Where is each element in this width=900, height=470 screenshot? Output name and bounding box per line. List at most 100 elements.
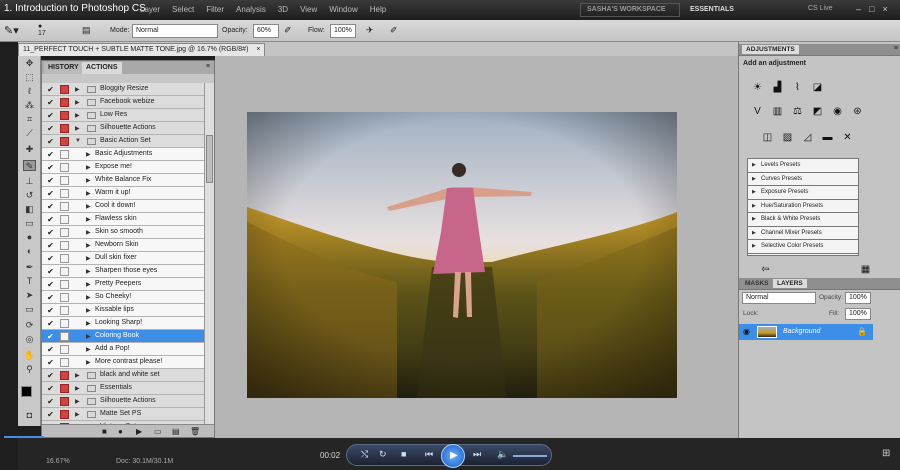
expand-icon[interactable]: ▶ (86, 268, 91, 275)
document-tab[interactable]: 11_PERFECT TOUCH + SUBTLE MATTE TONE.jpg… (18, 43, 266, 56)
tab-layers[interactable]: LAYERS (773, 279, 807, 288)
toggle-checkbox-icon[interactable]: ✔ (46, 280, 55, 289)
action-row[interactable]: ✔ ▶ Add a Pop! (42, 343, 204, 356)
hand-tool-icon[interactable]: ✋ (23, 350, 36, 361)
crop-tool-icon[interactable]: ⌗ (23, 114, 36, 125)
dialog-toggle[interactable] (60, 137, 69, 146)
toggle-checkbox-icon[interactable]: ✔ (46, 332, 55, 341)
return-to-list-icon[interactable]: ⇦ (759, 264, 772, 276)
dialog-toggle[interactable] (60, 267, 69, 276)
menu-analysis[interactable]: Analysis (236, 5, 266, 14)
dialog-toggle[interactable] (60, 98, 69, 107)
action-row[interactable]: ✔ ▶ Cool it down! (42, 200, 204, 213)
vibrance-icon[interactable]: V (751, 106, 764, 118)
record-icon[interactable]: ● (118, 427, 123, 436)
workspace-button[interactable]: SASHA'S WORKSPACE (580, 3, 680, 17)
brush-tool-icon[interactable]: ✎ (23, 160, 36, 171)
quick-mask-icon[interactable]: ◘ (23, 410, 36, 421)
toggle-checkbox-icon[interactable]: ✔ (46, 228, 55, 237)
photo-filter-icon[interactable]: ◉ (831, 106, 844, 118)
expand-icon[interactable]: ▶ (86, 281, 91, 288)
fullscreen-icon[interactable]: ⊞ (882, 448, 890, 459)
toggle-checkbox-icon[interactable]: ✔ (46, 189, 55, 198)
expand-icon[interactable]: ▶ (86, 203, 91, 210)
toggle-checkbox-icon[interactable]: ✔ (46, 150, 55, 159)
action-row[interactable]: ✔ ▶ So Cheeky! (42, 291, 204, 304)
action-set-row[interactable]: ✔ ▶ black and white set (42, 369, 204, 382)
toggle-checkbox-icon[interactable]: ✔ (46, 241, 55, 250)
menu-3d[interactable]: 3D (278, 5, 288, 14)
action-set-row[interactable]: ✔ ▶ Low Res (42, 109, 204, 122)
lasso-tool-icon[interactable]: ℓ (23, 86, 36, 97)
3d-camera-tool-icon[interactable]: ◎ (23, 334, 36, 345)
dialog-toggle[interactable] (60, 358, 69, 367)
dialog-toggle[interactable] (60, 241, 69, 250)
expand-icon[interactable]: ▶ (86, 151, 91, 158)
hue-saturation-icon[interactable]: ▥ (771, 106, 784, 118)
action-row[interactable]: ✔ ▶ Basic Adjustments (42, 148, 204, 161)
blur-tool-icon[interactable]: ● (23, 232, 36, 243)
toggle-checkbox-icon[interactable]: ✔ (46, 124, 55, 133)
volume-icon[interactable]: 🔈 (497, 449, 508, 460)
expand-icon[interactable]: ▶ (75, 385, 80, 392)
airbrush-icon[interactable]: ✈ (366, 25, 374, 36)
history-brush-tool-icon[interactable]: ↺ (23, 190, 36, 201)
brush-panel-icon[interactable]: ▤ (82, 25, 91, 36)
dialog-toggle[interactable] (60, 163, 69, 172)
action-set-row[interactable]: ✔ ▶ Matte Set PS (42, 408, 204, 421)
video-progress-bar[interactable] (4, 436, 44, 438)
essentials-button[interactable]: ESSENTIALS (690, 6, 734, 13)
panel-menu-icon[interactable]: ≡ (894, 45, 898, 52)
toggle-checkbox-icon[interactable]: ✔ (46, 137, 55, 146)
action-row[interactable]: ✔ ▶ Coloring Book (42, 330, 204, 343)
toggle-checkbox-icon[interactable]: ✔ (46, 98, 55, 107)
toggle-checkbox-icon[interactable]: ✔ (46, 111, 55, 120)
action-row[interactable]: ✔ ▶ Expose me! (42, 161, 204, 174)
dialog-toggle[interactable] (60, 176, 69, 185)
expand-icon[interactable]: ▶ (86, 229, 91, 236)
toggle-checkbox-icon[interactable]: ✔ (46, 397, 55, 406)
dialog-toggle[interactable] (60, 280, 69, 289)
selective-color-icon[interactable]: ✕ (841, 132, 854, 144)
channel-mixer-icon[interactable]: ⊛ (851, 106, 864, 118)
invert-icon[interactable]: ◫ (761, 132, 774, 144)
eraser-tool-icon[interactable]: ◧ (23, 204, 36, 215)
flow-input[interactable]: 100% (330, 24, 356, 38)
dodge-tool-icon[interactable]: ◐ (23, 246, 36, 257)
document-tab-close-button[interactable]: × (256, 46, 260, 53)
toggle-checkbox-icon[interactable]: ✔ (46, 202, 55, 211)
toggle-checkbox-icon[interactable]: ✔ (46, 384, 55, 393)
posterize-icon[interactable]: ▨ (781, 132, 794, 144)
expand-icon[interactable]: ▶ (75, 86, 80, 93)
action-row[interactable]: ✔ ▶ Kissable lips (42, 304, 204, 317)
expand-icon[interactable]: ▶ (75, 99, 80, 106)
layer-opacity-input[interactable]: 100% (845, 292, 871, 304)
expand-icon[interactable]: ▶ (75, 125, 80, 132)
action-row[interactable]: ✔ ▶ Warm it up! (42, 187, 204, 200)
panel-menu-icon[interactable]: ≡ (206, 63, 210, 70)
action-set-row[interactable]: ✔ ▶ Bloggity Resize (42, 83, 204, 96)
action-row[interactable]: ✔ ▶ More contrast please! (42, 356, 204, 369)
tab-masks[interactable]: MASKS (742, 279, 771, 288)
expand-icon[interactable]: ▶ (86, 294, 91, 301)
close-icon[interactable]: × (882, 4, 887, 14)
expand-icon[interactable]: ▶ (75, 372, 80, 379)
expand-icon[interactable]: ▶ (86, 307, 91, 314)
menu-select[interactable]: Select (172, 5, 194, 14)
fill-input[interactable]: 100% (845, 308, 871, 320)
dialog-toggle[interactable] (60, 293, 69, 302)
gradient-tool-icon[interactable]: ▭ (23, 218, 36, 229)
toggle-checkbox-icon[interactable]: ✔ (46, 176, 55, 185)
menu-help[interactable]: Help (370, 5, 386, 14)
dialog-toggle[interactable] (60, 150, 69, 159)
collapse-icon[interactable]: ▼ (75, 138, 81, 144)
expand-icon[interactable]: ▶ (86, 242, 91, 249)
next-icon[interactable]: ⏭ (473, 449, 481, 460)
expand-icon[interactable]: ▶ (86, 359, 91, 366)
action-row[interactable]: ✔ ▶ Newborn Skin (42, 239, 204, 252)
repeat-icon[interactable]: ↻ (379, 449, 387, 460)
actions-scrollbar[interactable] (204, 83, 214, 425)
preset-item[interactable]: ▶ Exposure Presets (748, 186, 858, 200)
expand-icon[interactable]: ▶ (86, 320, 91, 327)
toggle-checkbox-icon[interactable]: ✔ (46, 85, 55, 94)
